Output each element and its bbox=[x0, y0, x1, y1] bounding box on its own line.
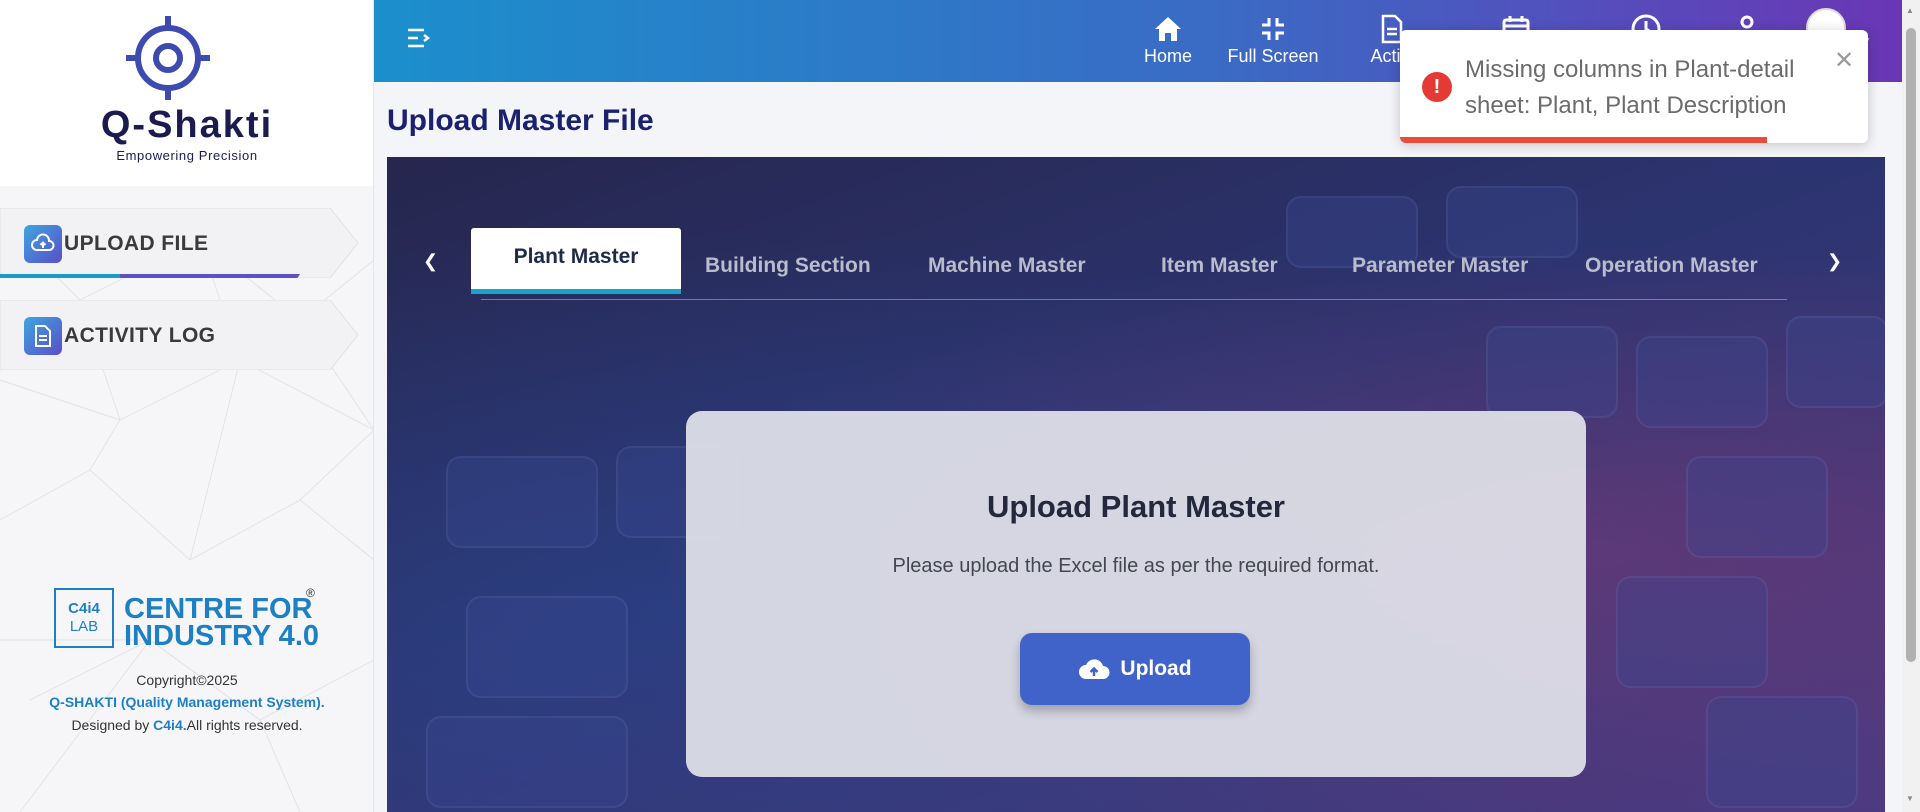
tab-parameter-master[interactable]: Parameter Master bbox=[1352, 254, 1528, 278]
upload-card-title: Upload Plant Master bbox=[987, 489, 1285, 524]
scroll-up-icon[interactable]: ▲ bbox=[1906, 6, 1914, 15]
toast-message: Missing columns in Plant-detail sheet: P… bbox=[1465, 56, 1795, 119]
sidebar-item-label: ACTIVITY LOG bbox=[64, 324, 216, 347]
sidebar-item-activity-log[interactable]: ACTIVITY LOG bbox=[0, 300, 358, 370]
tab-machine-master[interactable]: Machine Master bbox=[928, 254, 1086, 278]
brand-tagline: Empowering Precision bbox=[116, 148, 258, 163]
sidebar: Q-Shakti Empowering Precision UPLOAD FIL… bbox=[0, 0, 374, 812]
copyright: Copyright©2025 bbox=[136, 672, 238, 688]
logo-area: Q-Shakti Empowering Precision bbox=[0, 0, 373, 186]
scroll-down-icon[interactable]: ▼ bbox=[1906, 794, 1914, 803]
upload-card: Upload Plant Master Please upload the Ex… bbox=[686, 411, 1586, 777]
full-screen-label: Full Screen bbox=[1227, 46, 1319, 66]
system-name: Q-SHAKTI (Quality Management System). bbox=[49, 694, 325, 710]
logo-reticle-icon bbox=[126, 16, 210, 100]
tabs-divider bbox=[481, 299, 1787, 300]
menu-toggle-icon[interactable] bbox=[406, 26, 432, 55]
toast-progress-bar bbox=[1400, 137, 1767, 143]
tabs-scroll-left-icon[interactable]: ❮ bbox=[423, 251, 438, 272]
upload-card-subtitle: Please upload the Excel file as per the … bbox=[892, 555, 1380, 577]
sidebar-item-label: UPLOAD FILE bbox=[64, 232, 209, 255]
page-title: Upload Master File bbox=[387, 104, 654, 137]
designed-by: Designed by C4i4.All rights reserved. bbox=[71, 717, 303, 733]
error-toast: ! Missing columns in Plant-detail sheet:… bbox=[1400, 30, 1868, 143]
tab-building-section[interactable]: Building Section bbox=[705, 254, 871, 278]
scrollbar-thumb[interactable] bbox=[1906, 28, 1916, 662]
home-label: Home bbox=[1143, 46, 1192, 66]
upload-button[interactable]: Upload bbox=[1020, 633, 1250, 705]
cloud-upload-icon bbox=[24, 225, 62, 263]
upload-panel: ❮ Plant Master Building Section Machine … bbox=[387, 157, 1885, 812]
close-icon[interactable]: ✕ bbox=[1834, 46, 1854, 75]
fullscreen-exit-icon bbox=[1218, 12, 1328, 46]
c4i4-badge: C4i4 LAB bbox=[54, 588, 114, 648]
document-icon bbox=[24, 317, 62, 355]
error-icon: ! bbox=[1422, 72, 1452, 102]
tab-operation-master[interactable]: Operation Master bbox=[1585, 254, 1758, 278]
sidebar-item-upload-file[interactable]: UPLOAD FILE bbox=[0, 208, 358, 278]
tab-plant-master[interactable]: Plant Master bbox=[471, 228, 681, 294]
cloud-upload-icon bbox=[1079, 659, 1110, 679]
brand-name: Q-Shakti bbox=[100, 104, 274, 146]
c4i4-name: CENTRE FOR INDUSTRY 4.0 bbox=[124, 593, 319, 652]
registered-mark: ® bbox=[306, 586, 315, 600]
home-button[interactable]: Home bbox=[1128, 12, 1208, 67]
tab-item-master[interactable]: Item Master bbox=[1161, 254, 1278, 278]
tabs-scroll-right-icon[interactable]: ❯ bbox=[1827, 251, 1842, 272]
page-scrollbar[interactable]: ▲ ▼ bbox=[1902, 0, 1920, 812]
home-icon bbox=[1128, 12, 1208, 46]
upload-button-label: Upload bbox=[1120, 657, 1192, 680]
full-screen-button[interactable]: Full Screen bbox=[1218, 12, 1328, 67]
c4i4-link[interactable]: C4i4. bbox=[153, 717, 186, 733]
